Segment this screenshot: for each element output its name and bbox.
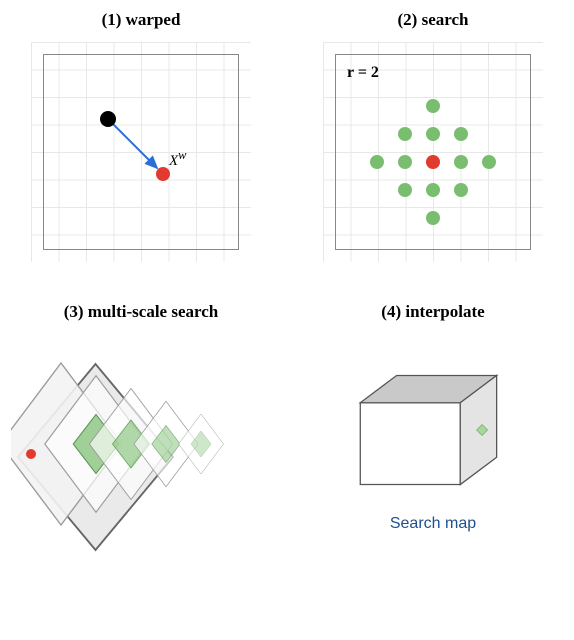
xw-base: X [169,153,178,169]
multiscale-stack [11,334,271,554]
source-point [100,111,116,127]
candidate-point [482,155,496,169]
warp-arrow [31,42,251,262]
panel-multiscale: (3) multi-scale search [10,302,272,554]
cuboid-front [360,403,460,485]
panel-search: (2) search r = 2 [302,10,564,262]
panel-2-box: r = 2 [323,42,543,262]
panel-title-3: (3) multi-scale search [64,302,219,322]
warped-point [156,167,170,181]
search-map-volume [333,355,533,505]
search-map-label: Search map [390,515,476,533]
panel-1-box: Xw [31,42,251,262]
panel-title-4: (4) interpolate [381,302,484,322]
candidate-point [370,155,384,169]
candidate-point [398,127,412,141]
panel-3-box [11,334,271,554]
candidate-point [426,211,440,225]
panel-title-2: (2) search [398,10,469,30]
candidate-point [426,127,440,141]
panel-interpolate: (4) interpolate Search map [302,302,564,554]
panel-warped: (1) warped Xw [10,10,272,262]
multiscale-center-point [26,449,36,459]
candidate-point [398,183,412,197]
center-point [426,155,440,169]
candidate-point [454,155,468,169]
candidate-point [454,183,468,197]
panel-4-box: Search map [303,334,563,554]
panel-title-1: (1) warped [102,10,181,30]
r-label: r = 2 [347,64,379,82]
candidate-point [454,127,468,141]
xw-label: Xw [169,148,187,170]
figure-grid: (1) warped Xw (2) search [10,10,564,554]
candidate-point [398,155,412,169]
xw-sup: w [178,148,186,162]
candidate-point [426,99,440,113]
candidate-point [426,183,440,197]
scale-plane [179,414,224,474]
